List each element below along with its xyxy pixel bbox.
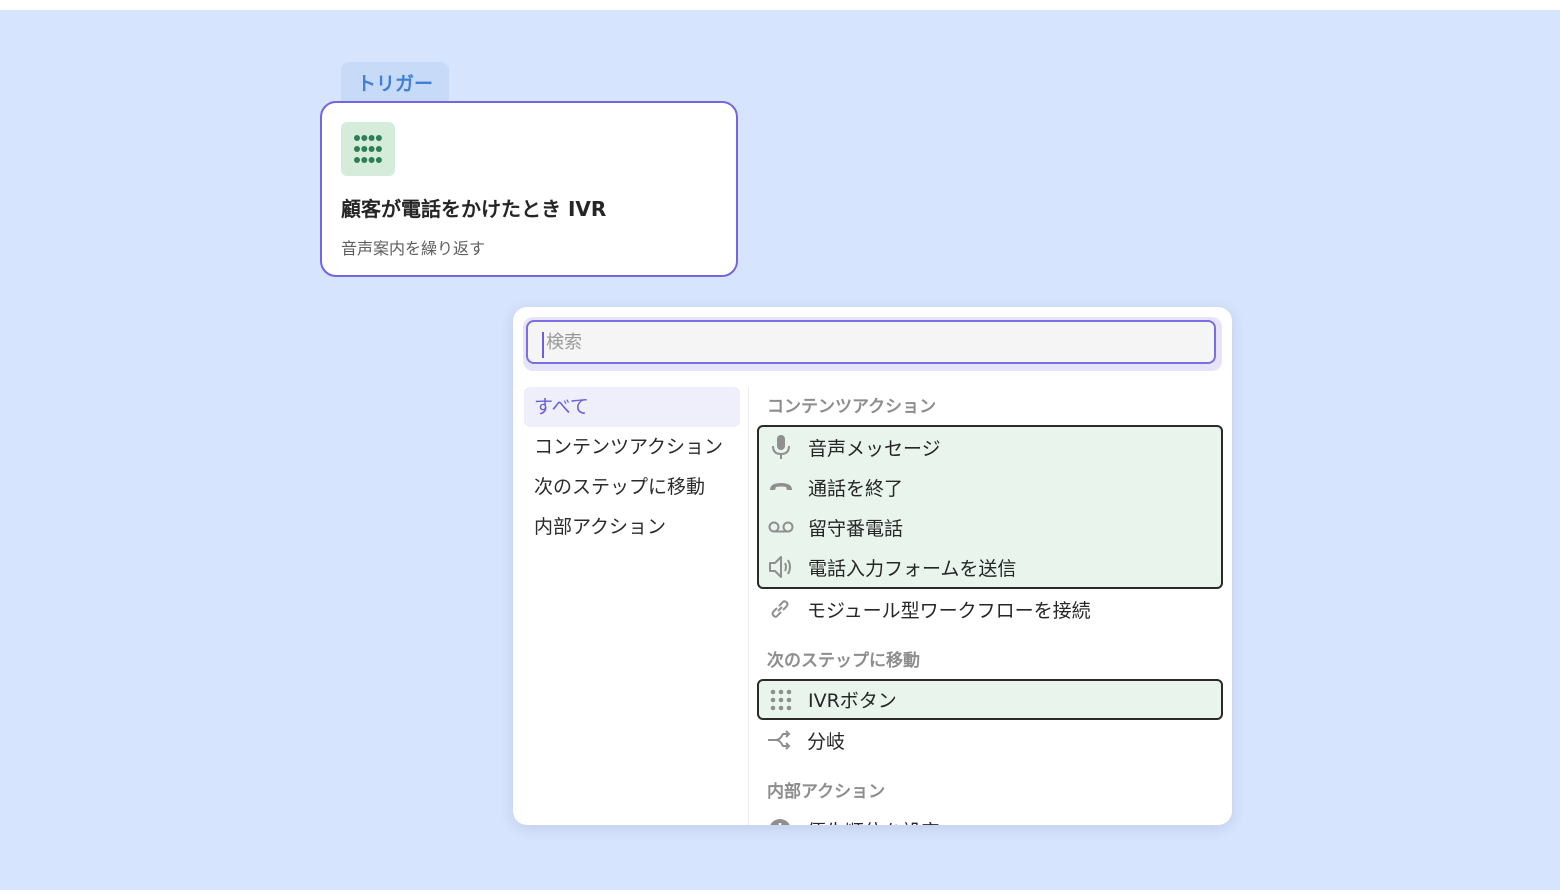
top-strip [0, 0, 1560, 10]
trigger-subtitle: 音声案内を繰り返す [341, 239, 486, 258]
highlighted-action-group: IVRボタン [757, 679, 1223, 720]
action-label: IVRボタン [808, 690, 897, 712]
text-caret [542, 332, 544, 358]
voicemail-icon [768, 514, 794, 540]
category-all[interactable]: すべて [524, 387, 740, 427]
section-label-content-actions: コンテンツアクション [767, 397, 937, 417]
category-go-to-next-step[interactable]: 次のステップに移動 [524, 467, 740, 507]
priority-icon [767, 817, 793, 825]
category-list: すべて コンテンツアクション 次のステップに移動 内部アクション [524, 387, 740, 547]
dialpad-icon [341, 122, 395, 176]
link-icon [767, 596, 793, 622]
action-list: コンテンツアクション 音声メッセージ 通話を終了 留守番電話 電話入力フォームを… [757, 387, 1223, 825]
action-label: 留守番電話 [808, 517, 904, 540]
hang-up-icon [768, 474, 794, 500]
microphone-icon [768, 434, 794, 460]
action-picker-popup: すべて コンテンツアクション 次のステップに移動 内部アクション コンテンツアク… [513, 307, 1232, 825]
action-voicemail[interactable]: 留守番電話 [759, 507, 1221, 547]
category-content-actions[interactable]: コンテンツアクション [524, 427, 740, 467]
action-label: 通話を終了 [808, 477, 904, 500]
trigger-tab-label: トリガー [341, 62, 449, 102]
dialpad-icon [768, 687, 794, 713]
action-label: 音声メッセージ [808, 437, 941, 460]
action-send-phone-input-form[interactable]: 電話入力フォームを送信 [759, 547, 1221, 587]
section-label-go-to-next-step: 次のステップに移動 [767, 651, 920, 671]
speaker-icon [768, 554, 794, 580]
action-set-priority[interactable]: 優先順位を設定 [757, 810, 1223, 825]
category-internal-actions[interactable]: 内部アクション [524, 507, 740, 547]
action-label: モジュール型ワークフローを接続 [807, 599, 1091, 622]
highlighted-action-group: 音声メッセージ 通話を終了 留守番電話 電話入力フォームを送信 [757, 425, 1223, 589]
pane-divider [748, 387, 749, 825]
action-ivr-button[interactable]: IVRボタン [759, 681, 1221, 718]
action-connect-modular-workflow[interactable]: モジュール型ワークフローを接続 [757, 589, 1223, 629]
action-end-call[interactable]: 通話を終了 [759, 467, 1221, 507]
action-branch[interactable]: 分岐 [757, 720, 1223, 760]
action-label: 優先順位を設定 [807, 817, 940, 826]
action-label: 電話入力フォームを送信 [808, 557, 1017, 580]
trigger-title: 顧客が電話をかけたとき IVR [341, 197, 607, 221]
branch-icon [767, 727, 793, 753]
trigger-card[interactable]: 顧客が電話をかけたとき IVR 音声案内を繰り返す [320, 101, 738, 277]
search-focus-ring [523, 317, 1222, 371]
section-label-internal-actions: 内部アクション [767, 782, 886, 802]
action-voice-message[interactable]: 音声メッセージ [759, 427, 1221, 467]
action-label: 分岐 [807, 730, 846, 753]
search-input[interactable] [526, 320, 1216, 364]
